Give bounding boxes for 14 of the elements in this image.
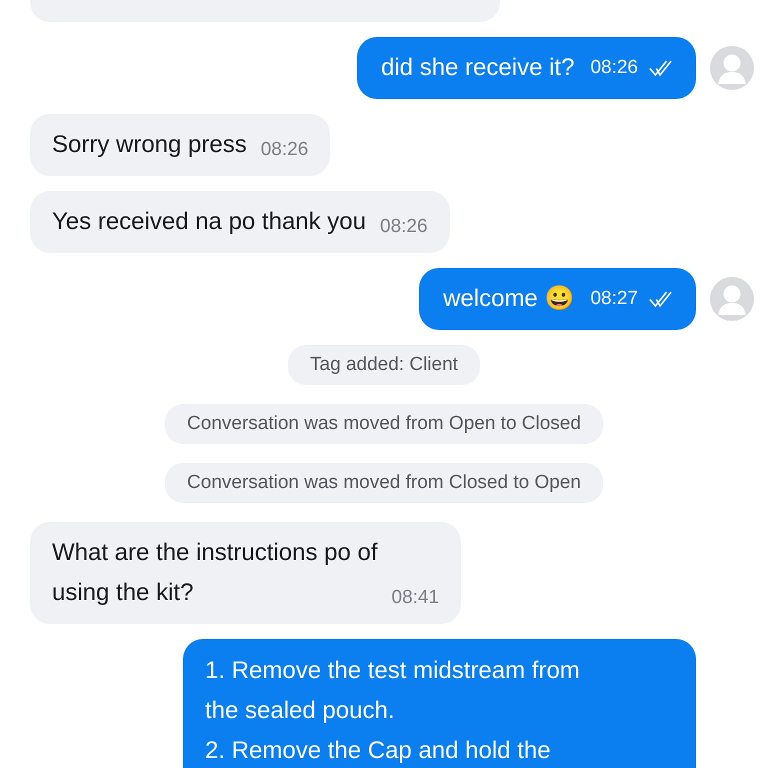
event-label: Conversation was moved from Closed to Open [165,463,603,503]
message-time: 08:27 [590,287,638,311]
message-text: did she receive it? [381,53,574,83]
message-time: 08:26 [590,56,638,80]
message-time: 08:41 [392,586,440,610]
message-text: What are the instructions po of using the kit? [52,538,378,608]
message-time: 08:26 [380,215,428,239]
event-label: Conversation was moved from Open to Closed [165,404,603,444]
message-text: welcome 😀 [443,284,574,314]
event-label: Tag added: Client [288,345,480,385]
message-time: 08:26 [260,138,308,162]
message-text: 1. Remove the test midstream from the sealed pouch. 2. Remove the Cap and hold the [205,656,580,766]
message-text: Yes received na po thank you [52,207,366,237]
message-text: Sorry wrong press [52,130,247,160]
